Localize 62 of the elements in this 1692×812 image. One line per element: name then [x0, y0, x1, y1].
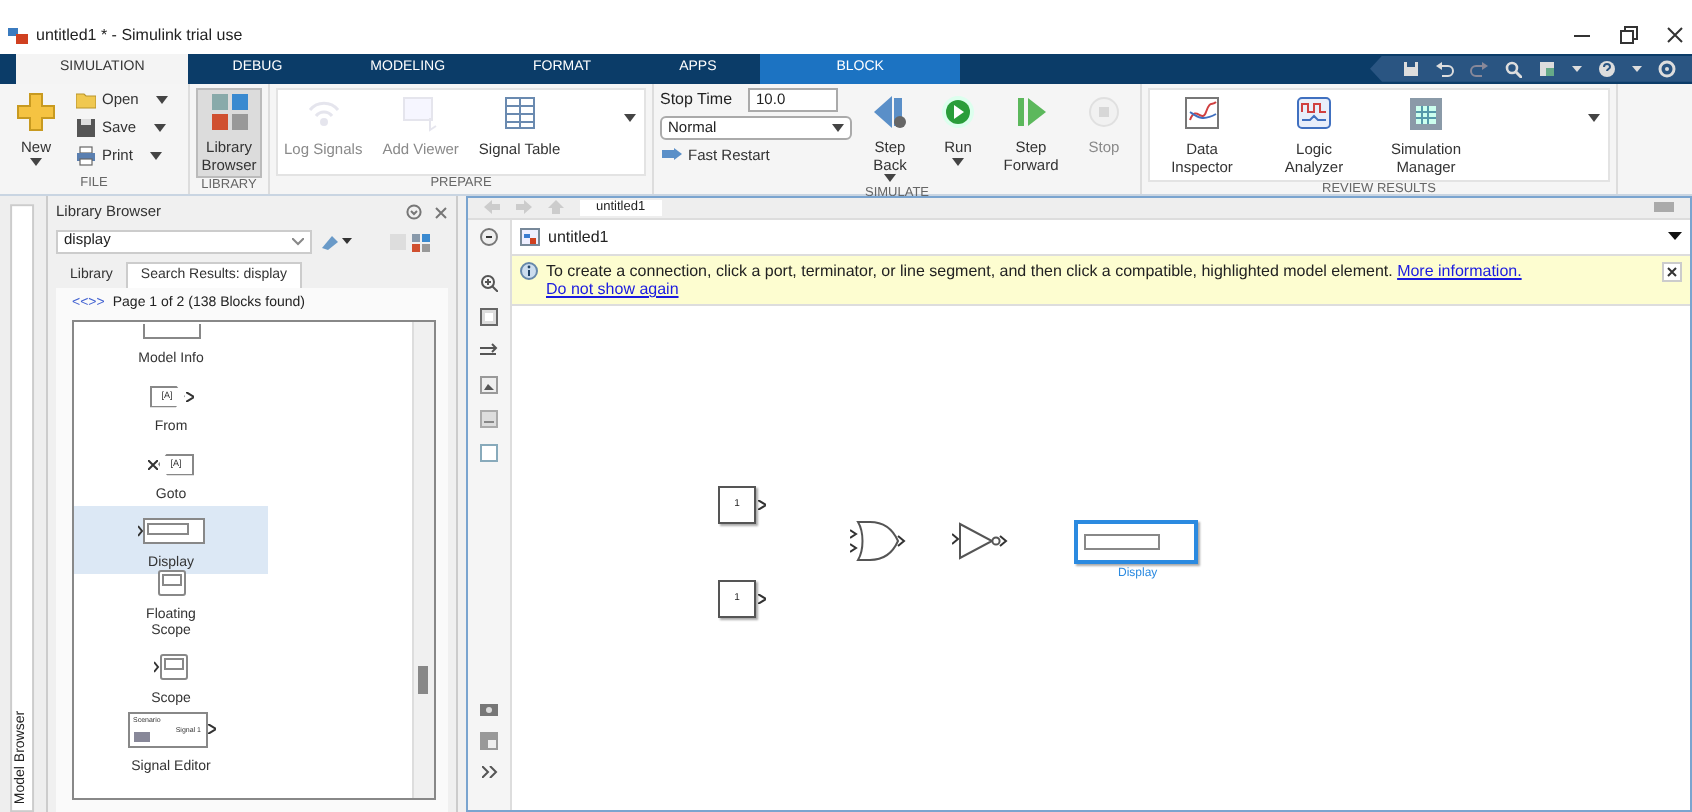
model-icon [520, 227, 540, 246]
chevron-icon [292, 237, 304, 246]
line-chart-icon [1182, 93, 1222, 134]
more-icon[interactable] [624, 113, 636, 122]
dismiss-link[interactable]: Do not show again [546, 280, 679, 299]
caret-icon [1632, 65, 1642, 72]
table-icon [499, 93, 540, 134]
search-icon[interactable] [1504, 59, 1522, 78]
info-message: To create a connection, click a port, terminator, or line segment, and then click a compatible, highlighted model element. More information. Do not show again [546, 261, 1524, 299]
camera-icon[interactable] [480, 700, 498, 716]
or-gate-block[interactable] [850, 520, 906, 563]
dropdown-icon[interactable] [1668, 232, 1682, 241]
display-block[interactable] [1074, 520, 1198, 565]
help-icon[interactable] [1598, 59, 1616, 78]
app-icon [8, 26, 28, 45]
collapse-icon[interactable] [406, 204, 422, 221]
view-toggle-icon[interactable] [388, 231, 432, 252]
waveform-icon [1294, 93, 1334, 134]
settings-icon[interactable] [1658, 59, 1676, 78]
hide-icon[interactable] [480, 227, 498, 246]
save-icon[interactable] [1402, 59, 1420, 78]
port-icon [207, 724, 215, 735]
printer-icon [76, 145, 96, 166]
fast-restart-icon [662, 145, 682, 166]
scrollbar-thumb[interactable] [418, 665, 428, 694]
scope-block-icon [157, 569, 185, 596]
caret-icon [1572, 65, 1582, 72]
grid-icon [1406, 93, 1446, 134]
close-icon[interactable] [1666, 26, 1684, 45]
fit-view-icon[interactable] [480, 307, 498, 326]
caret-icon [832, 123, 844, 132]
port-icon [185, 391, 193, 402]
stop-icon [1084, 91, 1124, 132]
display-block-icon [137, 517, 205, 544]
plus-icon [16, 91, 56, 132]
step-back-icon [870, 91, 910, 132]
not-gate-block[interactable] [952, 522, 1008, 561]
terminator-icon [148, 459, 158, 470]
annotation-icon[interactable] [480, 409, 498, 428]
more-information-link[interactable]: More information. [1397, 261, 1522, 280]
save-icon [76, 117, 96, 138]
library-icon [209, 91, 249, 132]
folder-icon [76, 89, 96, 110]
breadcrumb-path[interactable]: untitled1 [548, 227, 1660, 246]
monitor-icon [400, 93, 441, 134]
layout-icon[interactable] [1538, 59, 1556, 78]
chart-icon [133, 731, 149, 742]
image-icon[interactable] [480, 375, 498, 394]
scope-block-icon [154, 653, 188, 680]
more-icon[interactable] [1588, 113, 1600, 122]
window-title: untitled1 * - Simulink trial use [36, 26, 243, 46]
zoom-icon[interactable] [480, 273, 498, 292]
restore-icon[interactable] [1620, 26, 1638, 45]
port-icon [758, 500, 766, 511]
search-options-icon[interactable] [320, 232, 352, 251]
port-icon [758, 594, 766, 605]
play-icon [938, 91, 978, 132]
arrows-icon[interactable] [480, 341, 498, 360]
info-icon [520, 261, 538, 280]
undo-icon[interactable] [1436, 59, 1454, 78]
stop-time-label: Stop Time [660, 90, 733, 109]
expand-icon[interactable] [481, 766, 497, 778]
